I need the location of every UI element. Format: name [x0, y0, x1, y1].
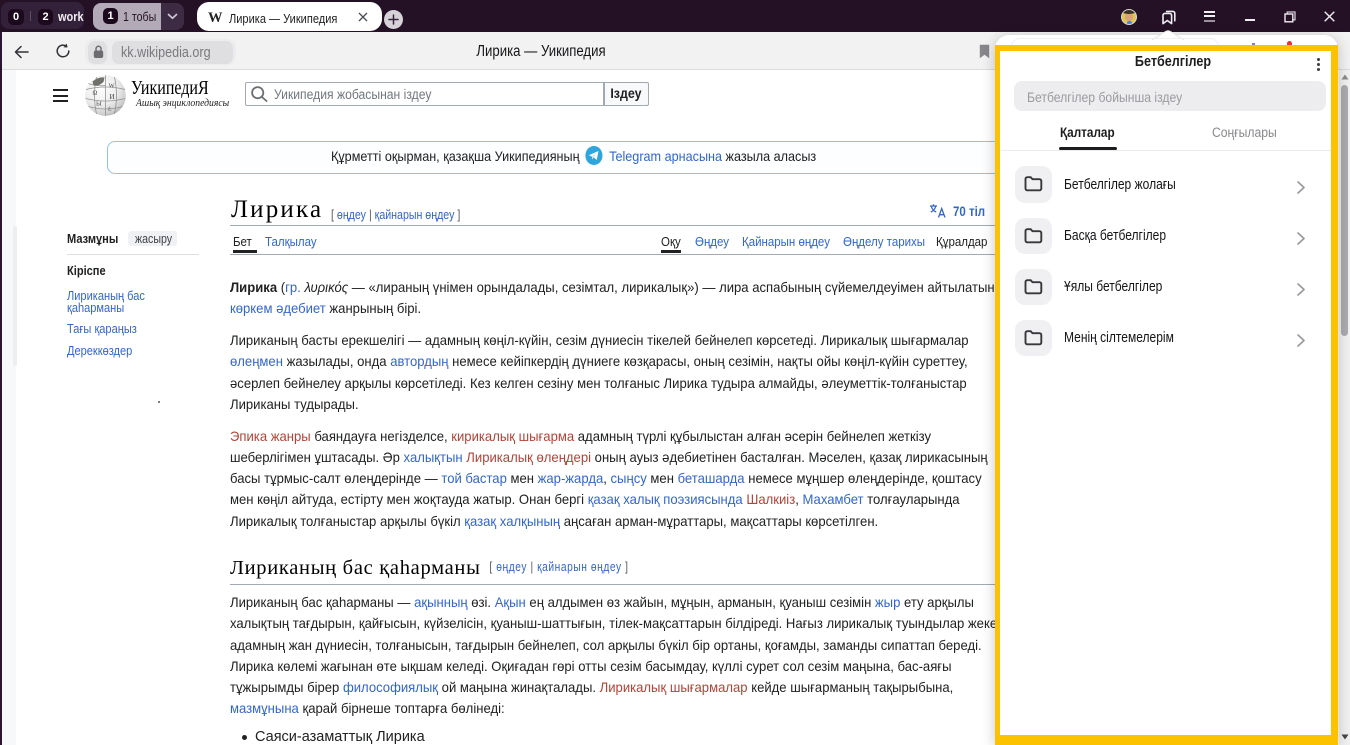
svg-text:Ы: Ы — [96, 101, 102, 108]
svg-text:И: И — [110, 93, 115, 101]
svg-text:W: W — [109, 83, 116, 90]
svg-text:Ω: Ω — [93, 90, 98, 97]
